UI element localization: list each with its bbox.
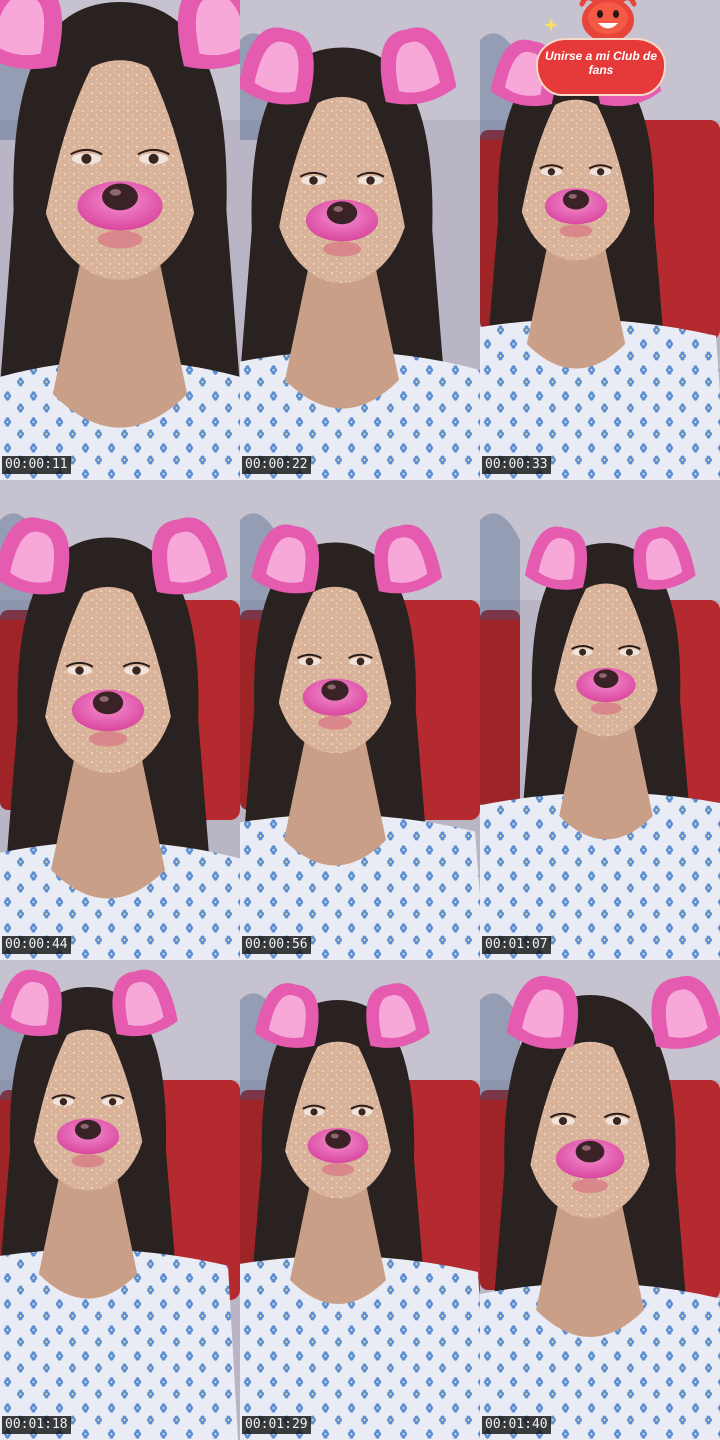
sparkle-icon	[544, 18, 558, 32]
video-frame-2[interactable]: 00:00:22	[240, 0, 480, 480]
frame-scene	[240, 960, 480, 1440]
timestamp-label: 00:01:07	[482, 936, 551, 954]
video-frame-8[interactable]: 00:01:29	[240, 960, 480, 1440]
frame-scene	[0, 0, 240, 480]
timestamp-label: 00:01:29	[242, 1416, 311, 1434]
frame-scene	[0, 480, 240, 960]
frame-scene	[240, 480, 480, 960]
timestamp-label: 00:00:56	[242, 936, 311, 954]
video-frame-7[interactable]: 00:01:18	[0, 960, 240, 1440]
frame-scene	[0, 960, 240, 1440]
timestamp-label: 00:00:11	[2, 456, 71, 474]
video-frame-9[interactable]: 00:01:40	[480, 960, 720, 1440]
frame-scene	[240, 0, 480, 480]
fan-club-join-button[interactable]: Unirse a mi Club de fans	[536, 0, 666, 100]
timestamp-label: 00:00:22	[242, 456, 311, 474]
video-frame-5[interactable]: 00:00:56	[240, 480, 480, 960]
timestamp-label: 00:01:40	[482, 1416, 551, 1434]
video-frame-4[interactable]: 00:00:44	[0, 480, 240, 960]
timestamp-label: 00:00:44	[2, 936, 71, 954]
frame-grid: 00:00:11 00:00:22 00:00:33 00:00:44 00:0…	[0, 0, 720, 1440]
fan-club-label: Unirse a mi Club de fans	[544, 49, 658, 77]
video-frame-1[interactable]: 00:00:11	[0, 0, 240, 480]
frame-scene	[480, 960, 720, 1440]
timestamp-label: 00:01:18	[2, 1416, 71, 1434]
timestamp-label: 00:00:33	[482, 456, 551, 474]
video-frame-6[interactable]: 00:01:07	[480, 480, 720, 960]
frame-scene	[480, 480, 720, 960]
